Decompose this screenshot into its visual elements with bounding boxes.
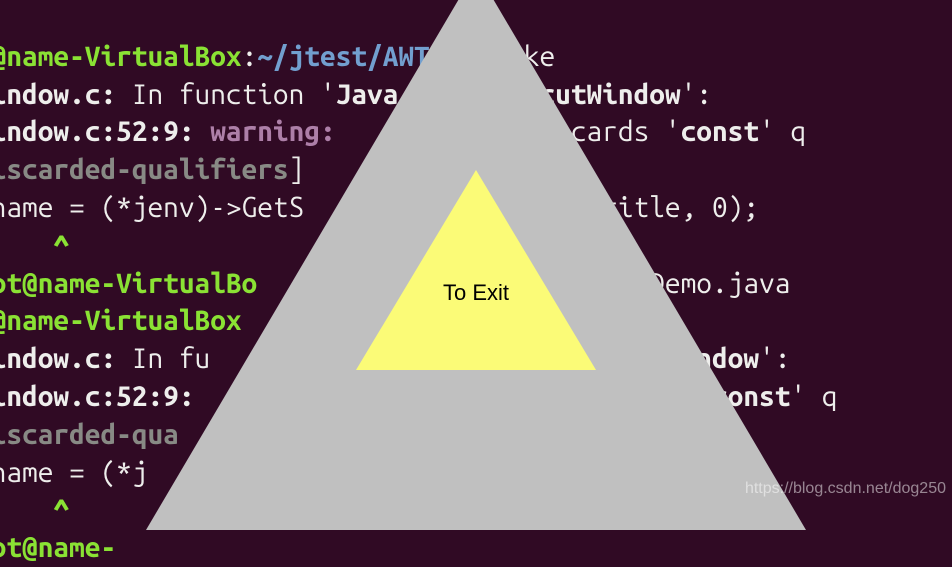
caret-marker: ^ bbox=[0, 230, 69, 261]
caret-marker: ^ bbox=[0, 494, 69, 525]
window-shape-inner[interactable] bbox=[356, 170, 596, 370]
prompt-user: oot@name- bbox=[0, 532, 116, 563]
file-loc: Window.c: bbox=[0, 79, 116, 110]
watermark-text: https://blog.csdn.net/dog250 bbox=[745, 478, 946, 500]
file-loc: Window.c: bbox=[0, 343, 116, 374]
window-label[interactable]: To Exit bbox=[443, 278, 509, 308]
